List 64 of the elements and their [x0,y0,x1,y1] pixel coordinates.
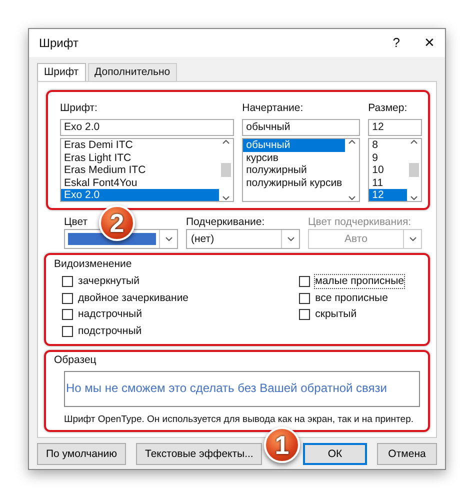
group-title: Видоизменение [54,258,133,272]
chevron-down-icon[interactable] [164,236,172,242]
size-field[interactable]: 12 [368,119,422,136]
checkbox-label[interactable]: двойное зачеркивание [78,292,189,305]
font-list[interactable]: Eras Demi ITC Eras Light ITC Eras Medium ITC Eskal Font4You Exo 2.0 [60,138,234,202]
list-item[interactable]: полужирный курсив [243,176,346,190]
underline-label: Подчеркивание: [186,216,265,230]
tab[interactable]: Шрифт [37,63,86,82]
list-item[interactable]: 12 [369,189,407,202]
list-item[interactable]: 10 [369,164,407,177]
chevron-down-icon[interactable] [410,196,418,202]
checkbox[interactable] [62,276,73,288]
underline-dropdown[interactable]: (нет) [186,229,300,250]
list-item[interactable]: Eskal Font4You [61,176,220,190]
checkbox[interactable] [299,309,310,320]
checkbox[interactable] [62,292,73,304]
tab[interactable]: Дополнительно [88,63,178,82]
scroll-up-icon[interactable] [410,139,418,144]
list-item[interactable]: Exo 2.0 [61,189,220,202]
list-item[interactable]: 9 [369,152,407,164]
font-label: Шрифт: [60,102,98,116]
style-label: Начертание: [242,102,304,116]
font-field[interactable]: Exo 2.0 [60,119,234,136]
button[interactable]: Отмена [377,443,437,466]
checkbox-label[interactable]: малые прописные [315,275,404,288]
scroll-up-icon[interactable] [222,139,230,144]
color-label: Цвет [64,216,88,230]
sample-text: Но мы не сможем это сделать без Вашей обратной связи [65,381,387,396]
checkbox-label[interactable]: зачеркнутый [78,275,140,288]
list-item[interactable]: курсив [243,152,346,164]
size-label: Размер: [368,102,408,116]
list-item[interactable]: Eras Light ITC [61,152,220,164]
chevron-down-icon[interactable] [348,196,356,202]
checkbox-label[interactable]: все прописные [315,292,388,305]
checkbox-label[interactable]: надстрочный [78,308,142,322]
chevron-down-icon[interactable] [286,236,294,242]
group-title: Образец [54,354,98,367]
help-button[interactable]: ? [392,34,400,52]
list-item[interactable]: 8 [369,139,407,152]
list-item[interactable]: 11 [369,176,407,190]
chevron-down-icon[interactable] [222,196,230,202]
font-note: Шрифт OpenType. Он используется для вывода как на экран, так и на принтер. [63,414,414,426]
style-field[interactable]: обычный [242,119,360,136]
scroll-thumb[interactable] [221,163,232,178]
scroll-thumb[interactable] [409,163,419,178]
scroll-up-icon[interactable] [348,139,356,144]
checkbox[interactable] [299,276,310,288]
checkbox[interactable] [62,326,73,337]
size-list[interactable]: 8 9 10 11 12 [368,138,422,202]
checkbox[interactable] [62,309,73,320]
button[interactable]: ОК [303,443,367,466]
list-item[interactable]: обычный [243,139,346,152]
checkbox[interactable] [299,292,310,304]
list-item[interactable]: полужирный [243,164,346,177]
checkbox-label[interactable]: скрытый [315,308,357,322]
window-title: Шрифт [39,36,78,50]
checkbox-label[interactable]: подстрочный [78,324,142,338]
button[interactable]: Текстовые эффекты... [136,443,262,466]
close-button[interactable]: ✕ [424,34,435,52]
list-item[interactable]: Eras Medium ITC [61,164,220,177]
button[interactable]: По умолчанию [37,443,126,466]
number-marker: 1 [264,427,300,463]
list-item[interactable]: Eras Demi ITC [61,139,220,152]
style-list[interactable]: обычный курсив полужирный полужирный курсив [242,138,360,202]
